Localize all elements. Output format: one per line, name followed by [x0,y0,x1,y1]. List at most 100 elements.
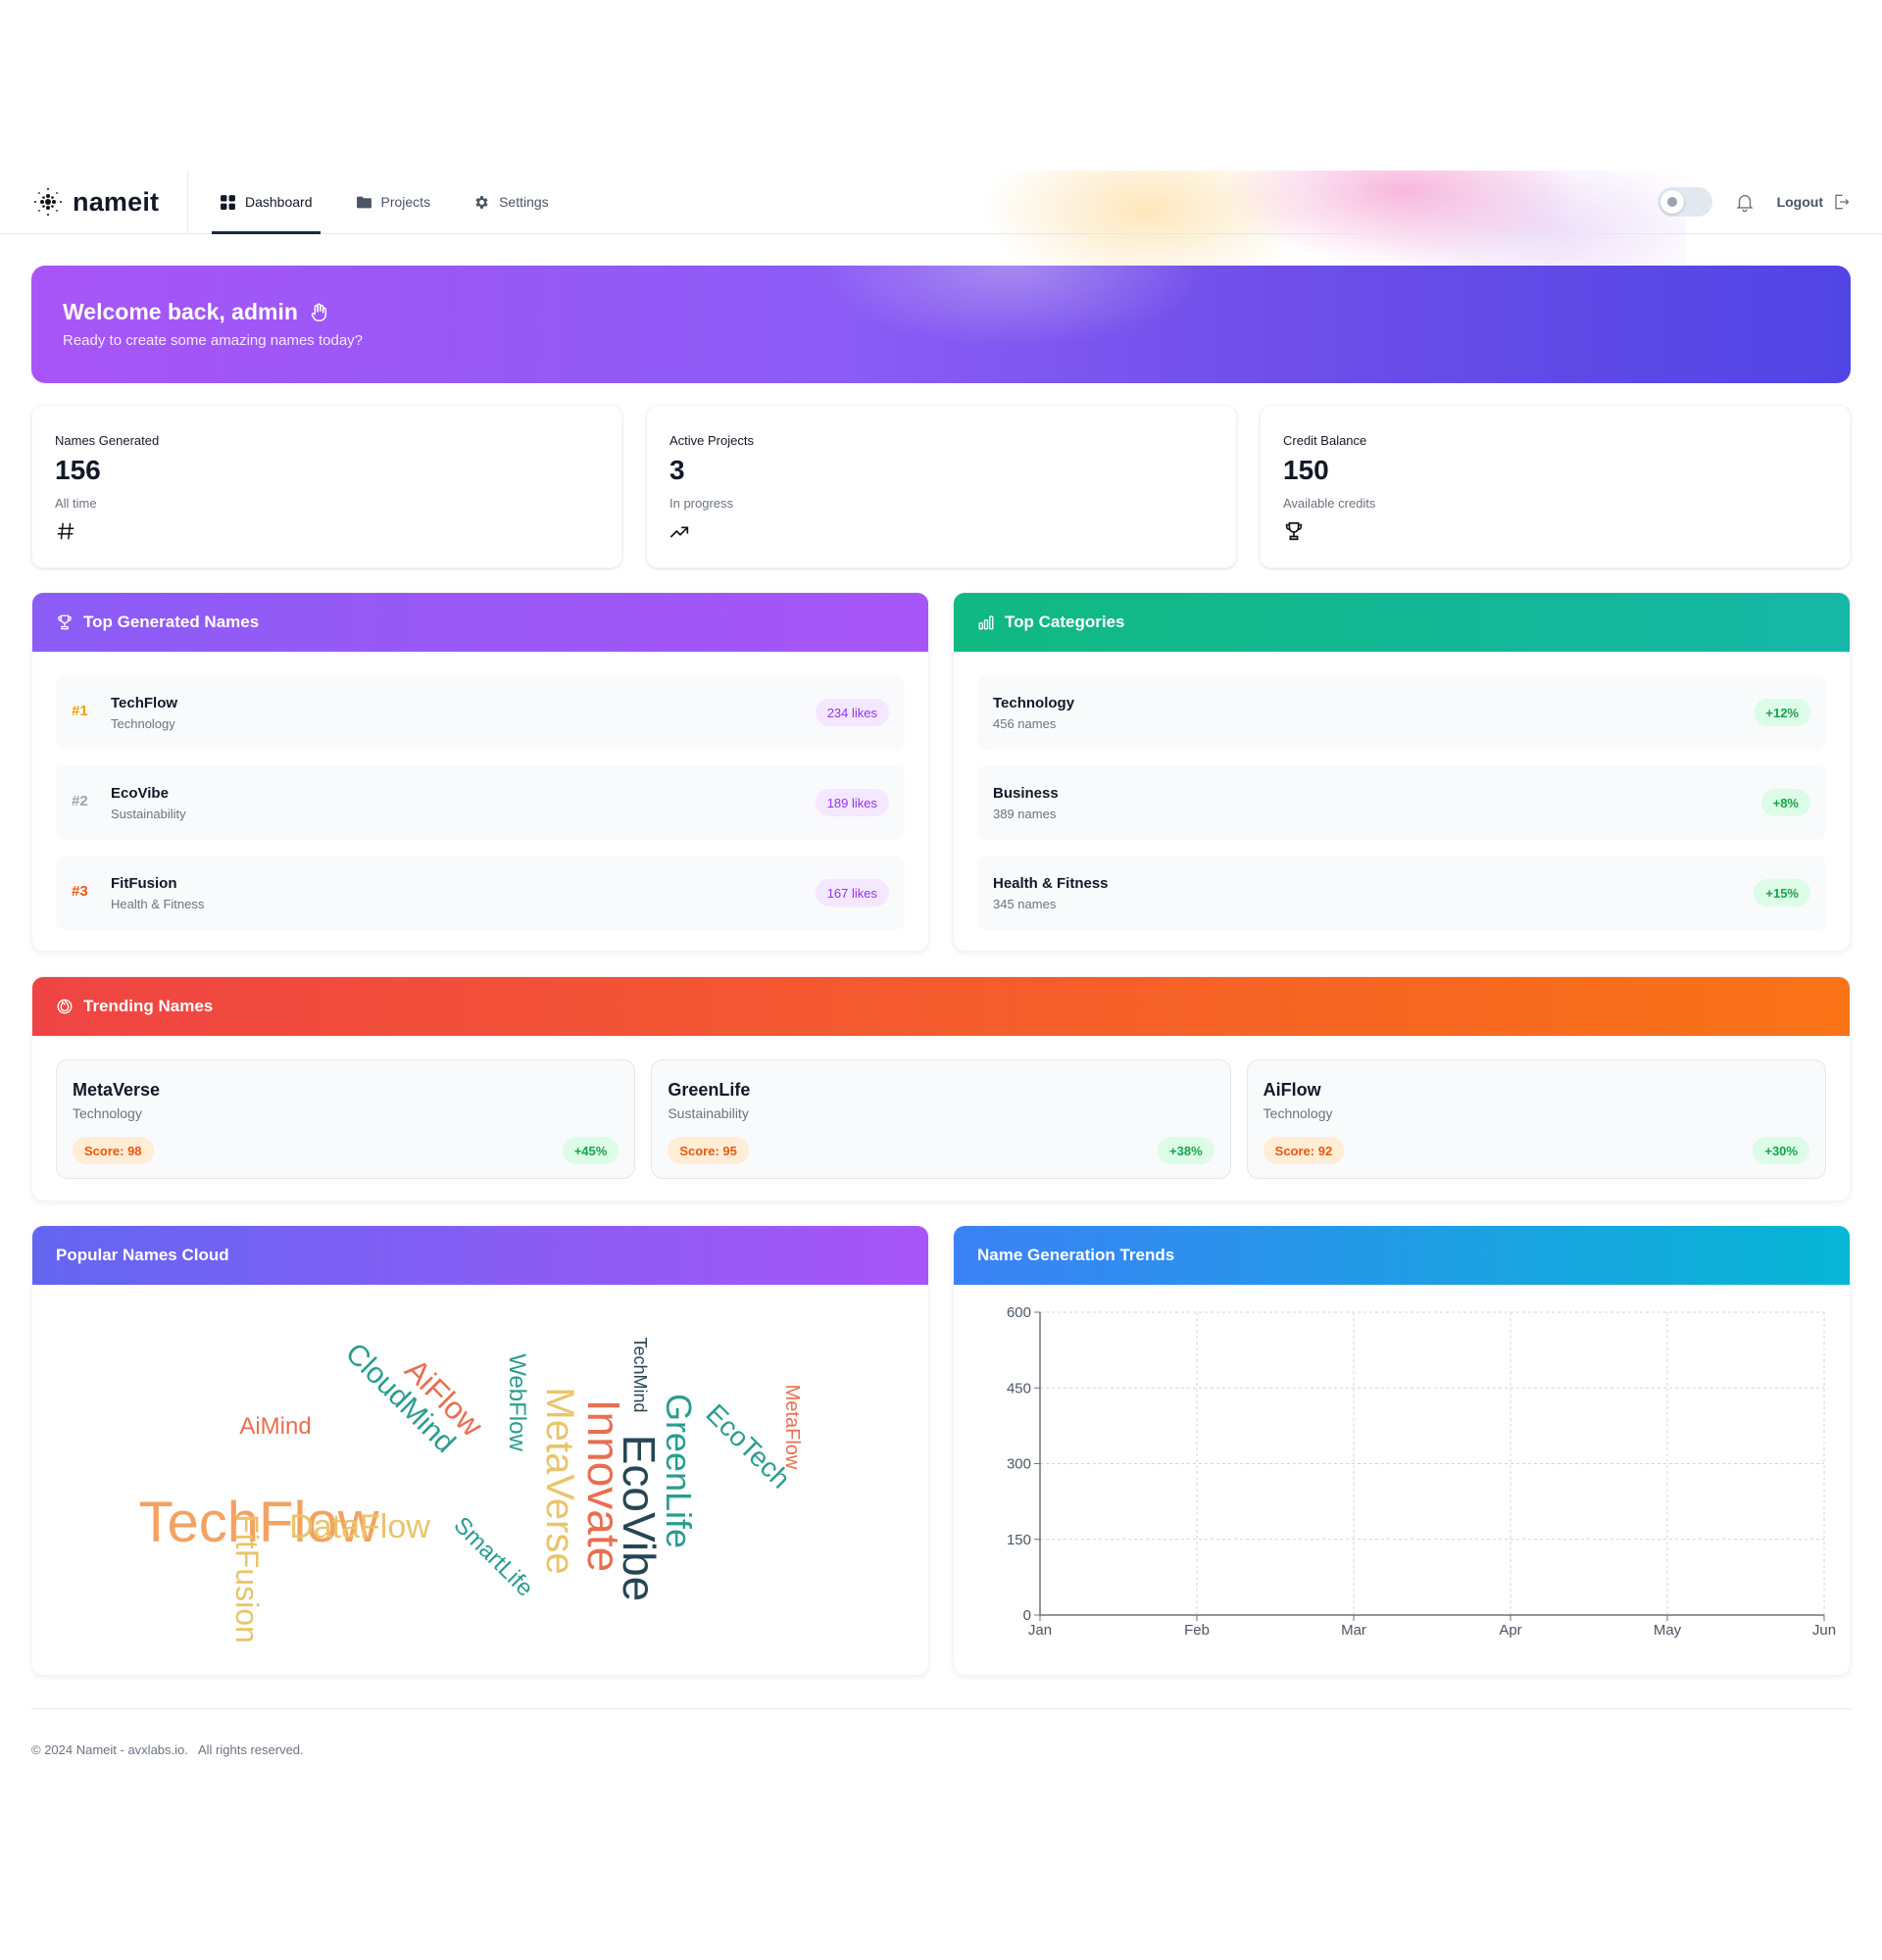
stat-label: Names Generated [55,433,160,448]
list-item[interactable]: Health & Fitness 345 names +15% [977,856,1826,930]
waving-hand-icon [311,303,326,321]
x-tick-label: Jan [1028,1622,1052,1639]
welcome-title: Welcome back, admin [63,299,329,325]
name-category: Health & Fitness [111,897,205,911]
stat-value: 3 [669,455,685,485]
panel-title: Top Categories [1005,612,1125,631]
trending-names-panel: Trending Names MetaVerse Technology Scor… [31,976,1851,1201]
trophy-icon [58,614,72,630]
trend-name: GreenLife [668,1080,751,1100]
name-title: EcoVibe [111,785,169,802]
stat-card-credit-balance: Credit Balance 150 Available credits [1260,405,1851,568]
welcome-subtitle: Ready to create some amazing names today… [63,332,363,349]
cloud-word[interactable]: WebFlow [504,1353,530,1451]
rank-badge: #3 [72,883,88,900]
theme-toggle[interactable] [1657,187,1712,217]
cloud-word[interactable]: DataFlow [289,1510,430,1544]
logout-label: Logout [1776,194,1823,210]
stat-sub: In progress [669,496,734,511]
list-item[interactable]: Technology 456 names +12% [977,675,1826,750]
likes-badge: 167 likes [815,879,889,906]
cloud-word[interactable]: Innovate [578,1399,629,1572]
stat-card-active-projects: Active Projects 3 In progress [646,405,1237,568]
top-categories-list: Technology 456 names +12% Business 389 n… [954,652,1850,930]
toggle-knob [1659,190,1684,214]
name-title: FitFusion [111,875,177,892]
folder-icon [356,196,371,208]
cloud-word[interactable]: TechMind [630,1337,650,1412]
name-generation-trends-panel: Name Generation Trends 0 150 300 450 600 Jan F… [953,1225,1851,1676]
score-badge: Score: 98 [73,1137,154,1164]
panel-header: Name Generation Trends [954,1226,1850,1285]
top-nav-bar: nameit Dashboard Projects Settings Logou… [0,171,1882,234]
y-tick-label: 300 [1007,1456,1031,1473]
stat-sub: Available credits [1283,496,1376,511]
trending-card[interactable]: AiFlow Technology Score: 92 +30% [1246,1059,1826,1179]
list-item[interactable]: #2 EcoVibe Sustainability 189 likes [56,765,905,840]
panel-title: Popular Names Cloud [56,1246,229,1264]
panel-title: Trending Names [83,997,214,1015]
growth-badge: +30% [1753,1137,1809,1164]
cloud-word[interactable]: MetaVerse [538,1387,581,1574]
trend-name: MetaVerse [73,1080,161,1100]
y-tick-label: 600 [1007,1304,1031,1321]
nav-tab-dashboard[interactable]: Dashboard [212,171,321,234]
nav-tab-label: Dashboard [245,194,313,210]
cloud-word[interactable]: SmartLife [448,1512,538,1602]
panel-header: Top Generated Names [32,593,928,652]
stat-value: 156 [55,455,101,485]
list-item[interactable]: #3 FitFusion Health & Fitness 167 likes [56,856,905,930]
growth-badge: +38% [1158,1137,1214,1164]
footer-copyright: © 2024 Nameit - avxlabs.io. All rights r… [31,1742,304,1757]
stat-sub: All time [55,496,97,511]
rank-badge: #2 [72,793,88,809]
header-actions: Logout [1657,171,1851,233]
hash-icon [57,522,74,540]
trophy-icon [1285,521,1303,541]
list-item[interactable]: Business 389 names +8% [977,765,1826,840]
main-nav: Dashboard Projects Settings [212,171,584,234]
nav-tab-projects[interactable]: Projects [348,171,439,233]
list-item[interactable]: #1 TechFlow Technology 234 likes [56,675,905,750]
trend-category: Sustainability [668,1105,749,1121]
score-badge: Score: 95 [668,1137,749,1164]
stat-value: 150 [1283,455,1329,485]
stat-label: Credit Balance [1283,433,1367,448]
growth-badge: +45% [562,1137,619,1164]
x-tick-label: May [1654,1622,1682,1639]
welcome-banner: Welcome back, admin Ready to create some… [31,266,1851,383]
category-name: Technology [993,695,1075,711]
trend-line-chart: 0150300450600Jan Feb Mar Apr May Jun [1007,1304,1836,1639]
category-count: 345 names [993,897,1057,911]
category-count: 456 names [993,716,1057,731]
word-cloud: TechFlow EcoVibe Innovate MetaVerse GreenLif… [32,1285,928,1675]
logout-button[interactable]: Logout [1777,192,1851,212]
trend-category: Technology [1263,1105,1333,1121]
likes-badge: 189 likes [815,789,889,816]
cloud-word[interactable]: FitFusion [229,1514,265,1643]
trend-category: Technology [73,1105,142,1121]
trending-card[interactable]: MetaVerse Technology Score: 98 +45% [56,1059,636,1179]
footer-divider [31,1708,1851,1709]
app-logo[interactable]: nameit [31,182,159,221]
stat-card-names-generated: Names Generated 156 All time [31,405,622,568]
cloud-word[interactable]: GreenLife [659,1394,699,1548]
trend-name: AiFlow [1263,1080,1321,1100]
cloud-word[interactable]: AiMind [239,1415,311,1439]
rank-badge: #1 [72,703,88,719]
trending-card[interactable]: GreenLife Sustainability Score: 95 +38% [651,1059,1231,1179]
change-badge: +8% [1760,789,1810,816]
panel-header: Top Categories [954,593,1850,652]
logo-dots-icon [34,188,62,216]
panel-header: Popular Names Cloud [32,1226,928,1285]
score-badge: Score: 92 [1263,1137,1345,1164]
popular-names-cloud-panel: Popular Names Cloud TechFlow EcoVibe Innov… [31,1225,929,1676]
cloud-word[interactable]: MetaFlow [781,1385,803,1470]
bell-icon[interactable] [1734,191,1756,213]
name-title: TechFlow [111,695,178,711]
category-name: Business [993,785,1059,802]
grid-icon [221,194,235,210]
x-tick-label: Mar [1341,1622,1366,1639]
nav-tab-settings[interactable]: Settings [466,171,557,233]
change-badge: +15% [1754,879,1810,906]
